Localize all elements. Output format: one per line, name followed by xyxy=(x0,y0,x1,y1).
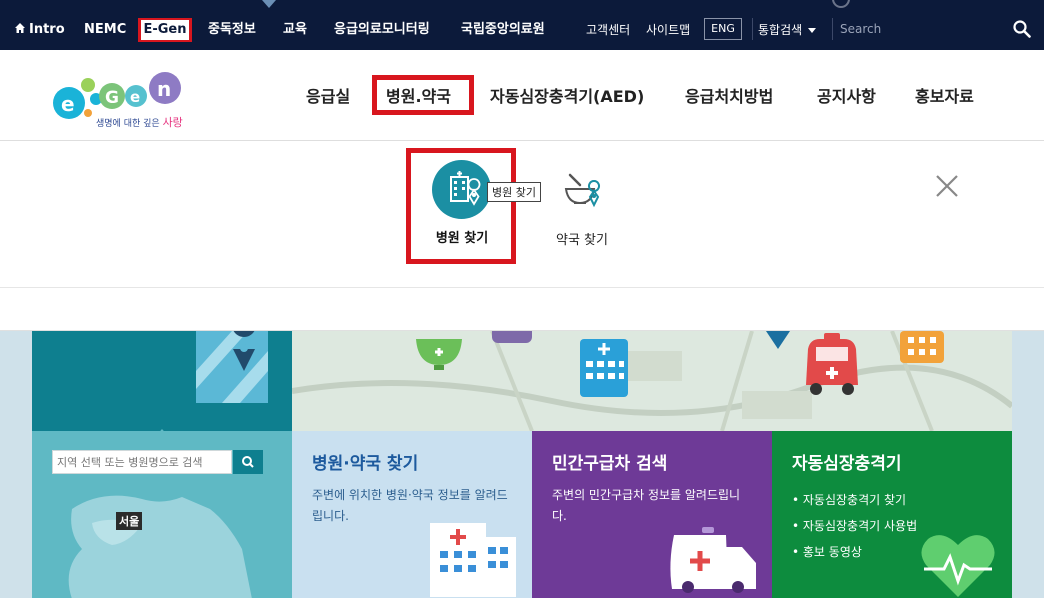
aed-card[interactable]: 자동심장충격기 • 자동심장충격기 찾기 • 자동심장충격기 사용법 • 홍보 … xyxy=(772,431,1012,598)
search-input[interactable] xyxy=(840,17,1000,41)
top-utility-bar: Intro NEMC E-Gen 중독정보 교육 응급의료모니터링 국립중앙의료… xyxy=(0,0,1044,50)
menu-education[interactable]: 교육 xyxy=(283,0,307,50)
sitemap-link[interactable]: 사이트맵 xyxy=(646,0,690,50)
customer-center-link[interactable]: 고객센터 xyxy=(586,0,630,50)
hospital-find-label[interactable]: 병원 찾기 xyxy=(424,227,500,246)
nav-hospital-pharmacy[interactable]: 병원.약국 xyxy=(386,83,451,107)
nav-promotions[interactable]: 홍보자료 xyxy=(915,83,974,107)
promo-video-link[interactable]: • 홍보 동영상 xyxy=(792,539,917,565)
svg-text:e: e xyxy=(61,92,75,116)
submenu-panel: 병원 찾기 병원 찾기 약국 찾기 xyxy=(0,141,1044,287)
top-decor-arc xyxy=(832,0,850,8)
logo-tagline-love: 사랑 xyxy=(162,116,183,129)
pharmacy-find-label[interactable]: 약국 찾기 xyxy=(542,229,622,248)
nav-notices[interactable]: 공지사항 xyxy=(817,83,876,107)
hospital-building-icon xyxy=(430,523,516,597)
map-marker-icon xyxy=(766,331,790,349)
aed-usage-link[interactable]: • 자동심장충격기 사용법 xyxy=(792,513,917,539)
nav-emergency-room[interactable]: 응급실 xyxy=(306,83,350,107)
seoul-marker[interactable]: 서울 xyxy=(116,512,143,530)
hospital-find-tooltip: 병원 찾기 xyxy=(487,182,541,202)
aed-link-list: • 자동심장충격기 찾기 • 자동심장충격기 사용법 • 홍보 동영상 xyxy=(792,487,917,565)
heart-pulse-icon xyxy=(921,535,995,597)
aed-title: 자동심장충격기 xyxy=(792,454,902,474)
home-icon xyxy=(15,23,25,33)
svg-text:e: e xyxy=(130,88,140,106)
pharmacy-bowl-icon xyxy=(416,339,462,370)
nemc-link[interactable]: NEMC xyxy=(84,0,126,50)
region-search-card: 서울 xyxy=(32,431,292,598)
nav-aed[interactable]: 자동심장충격기(AED) xyxy=(490,83,644,107)
svg-text:n: n xyxy=(157,77,171,101)
page: Intro NEMC E-Gen 중독정보 교육 응급의료모니터링 국립중앙의료… xyxy=(0,0,1044,598)
logo-tagline-small: 생명에 대한 깊은 xyxy=(96,119,160,129)
egen-link[interactable]: E-Gen xyxy=(141,20,189,40)
logo-tagline: 생명에 대한 깊은 사랑 xyxy=(96,114,183,130)
hospital-building-icon xyxy=(580,339,628,397)
purple-block-decor xyxy=(492,331,532,343)
main-visual: 서울 병원·약국 찾기 주변에 위치한 병원·약국 정보를 알려드립니다. xyxy=(0,330,1044,598)
menu-monitoring[interactable]: 응급의료모니터링 xyxy=(334,0,430,50)
region-map-header xyxy=(32,331,292,438)
region-search-input[interactable] xyxy=(52,450,232,474)
svg-text:G: G xyxy=(105,88,119,108)
pharmacy-mortar-icon[interactable] xyxy=(562,167,608,213)
nav-first-aid[interactable]: 응급처치방법 xyxy=(685,83,773,107)
menu-nmc[interactable]: 국립중앙의료원 xyxy=(461,0,545,50)
hospital-pin-icon xyxy=(450,171,481,206)
search-icon[interactable] xyxy=(1013,20,1031,38)
integrated-search-dropdown[interactable]: 통합검색 xyxy=(758,0,817,50)
integrated-search-label: 통합검색 xyxy=(758,23,803,37)
close-icon[interactable] xyxy=(932,171,962,201)
search-icon xyxy=(242,456,254,468)
ambulance-icon xyxy=(806,333,858,395)
intro-link[interactable]: Intro xyxy=(14,0,65,50)
region-search-button[interactable] xyxy=(233,450,263,474)
ambulance-icon xyxy=(670,527,756,593)
aed-find-link[interactable]: • 자동심장충격기 찾기 xyxy=(792,487,917,513)
separator xyxy=(832,18,833,40)
hospital-pharmacy-title: 병원·약국 찾기 xyxy=(312,454,419,474)
menu-poison-info[interactable]: 중독정보 xyxy=(208,0,256,50)
ambulance-desc: 주변의 민간구급차 정보를 알려드립니다. xyxy=(552,488,741,523)
top-decor-notch xyxy=(262,0,276,8)
submenu-footer-band xyxy=(0,287,1044,331)
map-pin-icon xyxy=(196,331,268,403)
hospital-find-button[interactable] xyxy=(432,160,491,219)
caret-down-icon xyxy=(808,28,817,33)
header: e G e n 생명에 대한 깊은 사랑 응급실 병원.약국 자동심장충격기(A… xyxy=(0,50,1044,141)
ambulance-title: 민간구급차 검색 xyxy=(552,454,668,474)
separator xyxy=(752,18,753,40)
ambulance-card[interactable]: 민간구급차 검색 주변의 민간구급차 정보를 알려드립니다. xyxy=(532,431,772,598)
hospital-pharmacy-card[interactable]: 병원·약국 찾기 주변에 위치한 병원·약국 정보를 알려드립니다. xyxy=(292,431,532,598)
building-grid-icon xyxy=(900,331,944,363)
intro-label: Intro xyxy=(29,22,65,37)
eng-button[interactable]: ENG xyxy=(704,18,742,40)
korea-map-icon xyxy=(68,495,252,598)
